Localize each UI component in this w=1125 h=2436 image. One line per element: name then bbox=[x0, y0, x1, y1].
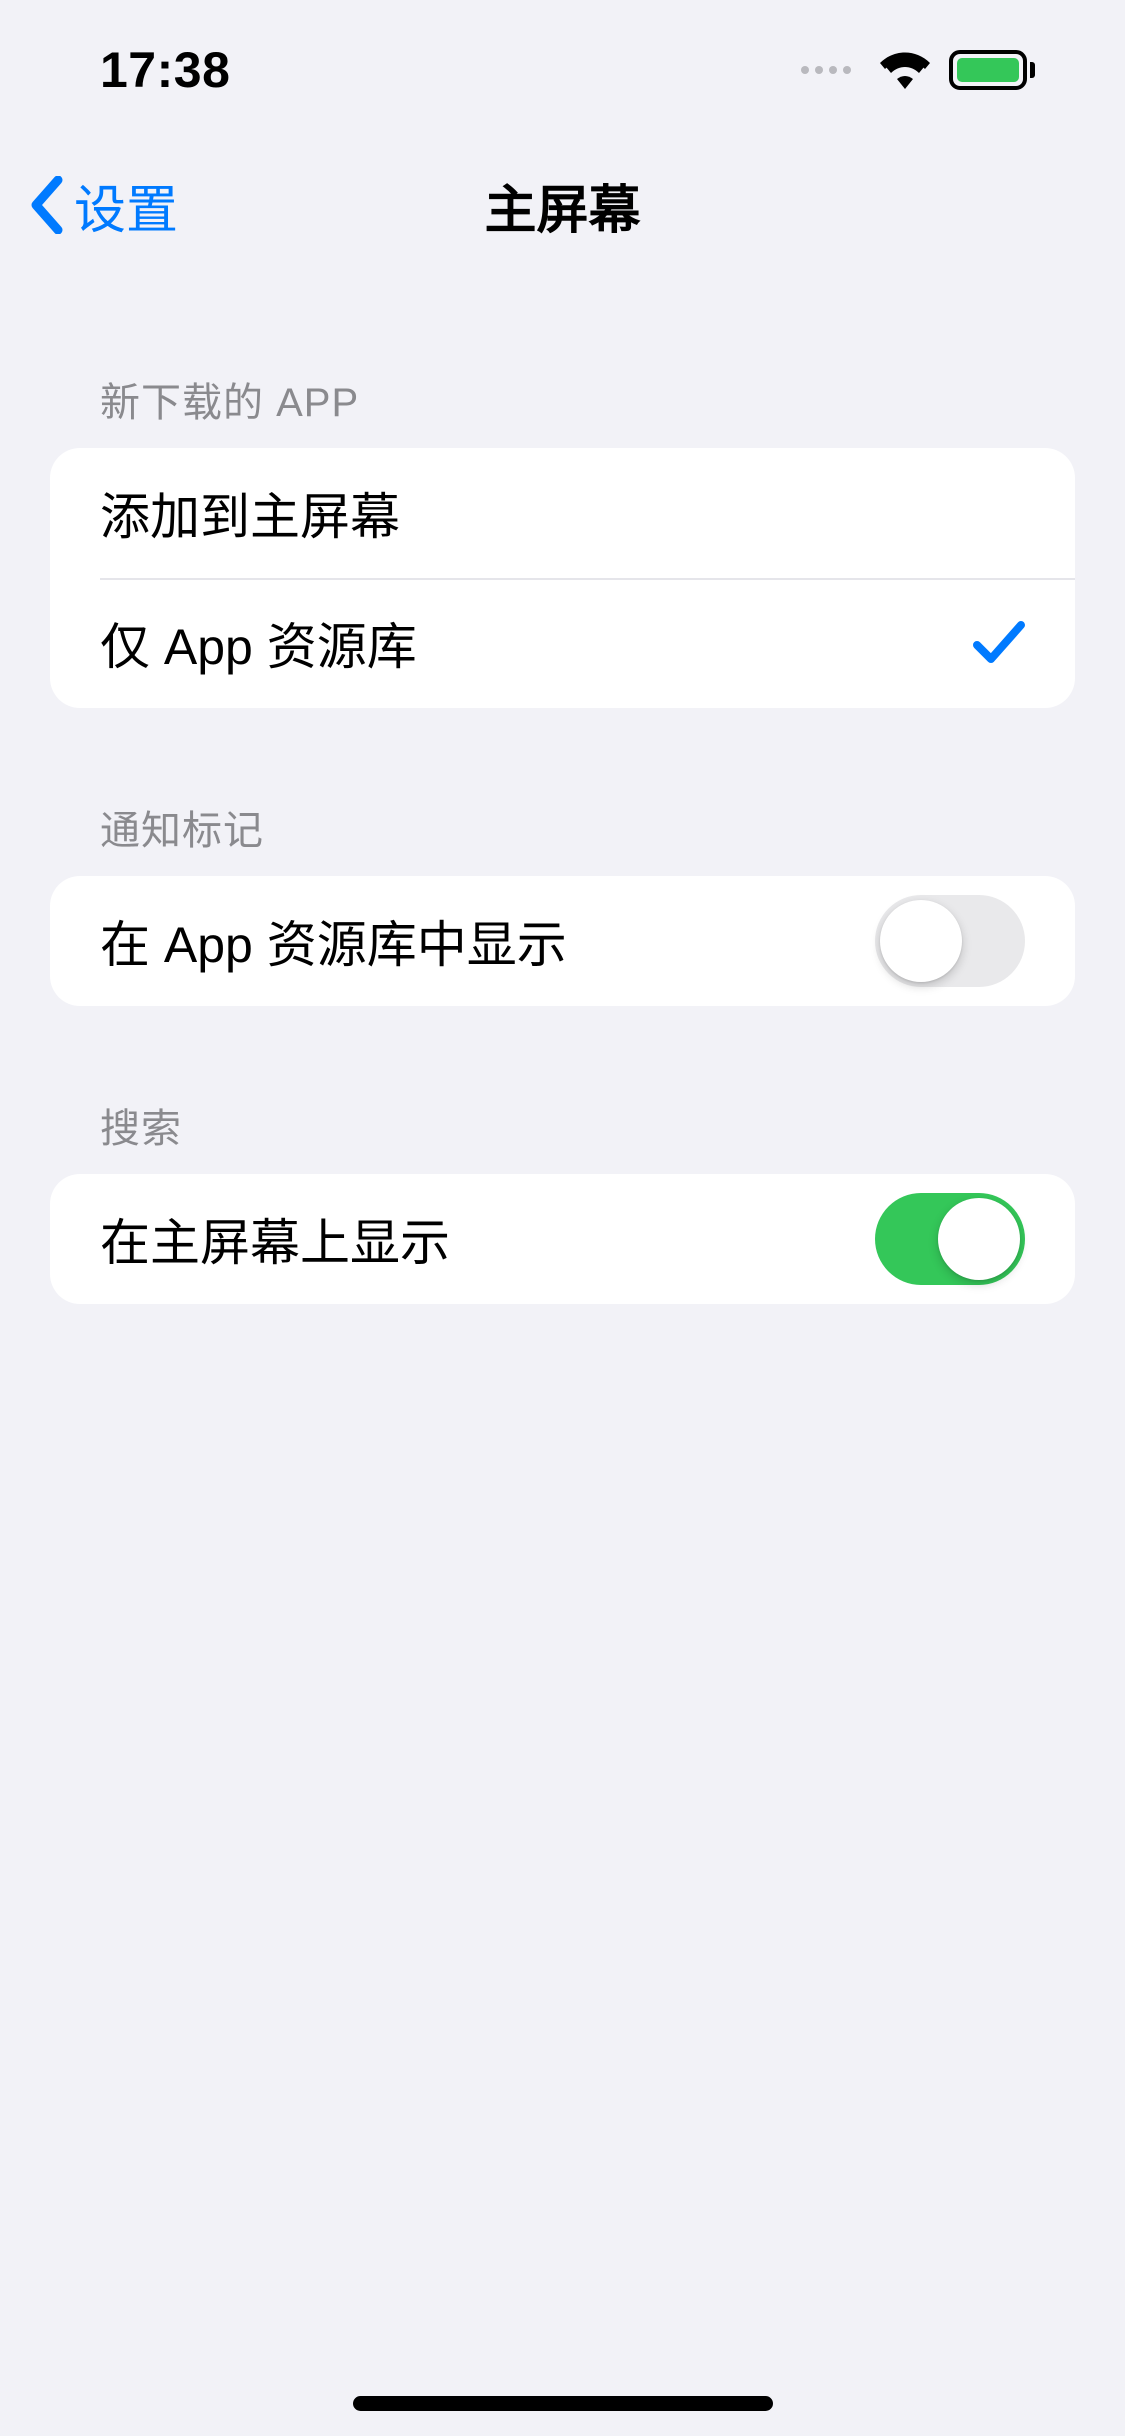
group-notification-badges: 在 App 资源库中显示 bbox=[50, 876, 1075, 1006]
row-label: 在 App 资源库中显示 bbox=[100, 905, 567, 977]
section-header-newly-downloaded: 新下载的 APP bbox=[50, 370, 1075, 428]
battery-icon bbox=[949, 50, 1035, 90]
row-show-in-app-library: 在 App 资源库中显示 bbox=[50, 876, 1075, 1006]
home-indicator[interactable] bbox=[353, 2396, 773, 2411]
section-notification-badges: 通知标记 在 App 资源库中显示 bbox=[50, 798, 1075, 1006]
checkmark-icon bbox=[973, 619, 1025, 667]
status-icons bbox=[801, 50, 1035, 90]
cellular-dots-icon bbox=[801, 66, 851, 74]
toggle-show-on-home[interactable] bbox=[875, 1193, 1025, 1285]
option-label: 仅 App 资源库 bbox=[100, 607, 417, 679]
section-newly-downloaded: 新下载的 APP 添加到主屏幕 仅 App 资源库 bbox=[50, 370, 1075, 708]
group-newly-downloaded: 添加到主屏幕 仅 App 资源库 bbox=[50, 448, 1075, 708]
wifi-icon bbox=[879, 51, 931, 89]
option-add-to-home[interactable]: 添加到主屏幕 bbox=[50, 448, 1075, 578]
nav-bar: 设置 主屏幕 bbox=[0, 140, 1125, 270]
option-label: 添加到主屏幕 bbox=[100, 477, 400, 549]
group-search: 在主屏幕上显示 bbox=[50, 1174, 1075, 1304]
section-header-search: 搜索 bbox=[50, 1096, 1075, 1154]
row-show-on-home: 在主屏幕上显示 bbox=[50, 1174, 1075, 1304]
section-search: 搜索 在主屏幕上显示 bbox=[50, 1096, 1075, 1304]
status-time: 17:38 bbox=[100, 41, 230, 99]
option-app-library-only[interactable]: 仅 App 资源库 bbox=[50, 578, 1075, 708]
row-label: 在主屏幕上显示 bbox=[100, 1203, 450, 1275]
toggle-show-in-app-library[interactable] bbox=[875, 895, 1025, 987]
chevron-left-icon bbox=[28, 176, 64, 234]
section-header-notification-badges: 通知标记 bbox=[50, 798, 1075, 856]
back-button[interactable]: 设置 bbox=[28, 168, 178, 243]
back-label: 设置 bbox=[74, 168, 178, 243]
status-bar: 17:38 bbox=[0, 0, 1125, 140]
page-title: 主屏幕 bbox=[484, 168, 640, 243]
